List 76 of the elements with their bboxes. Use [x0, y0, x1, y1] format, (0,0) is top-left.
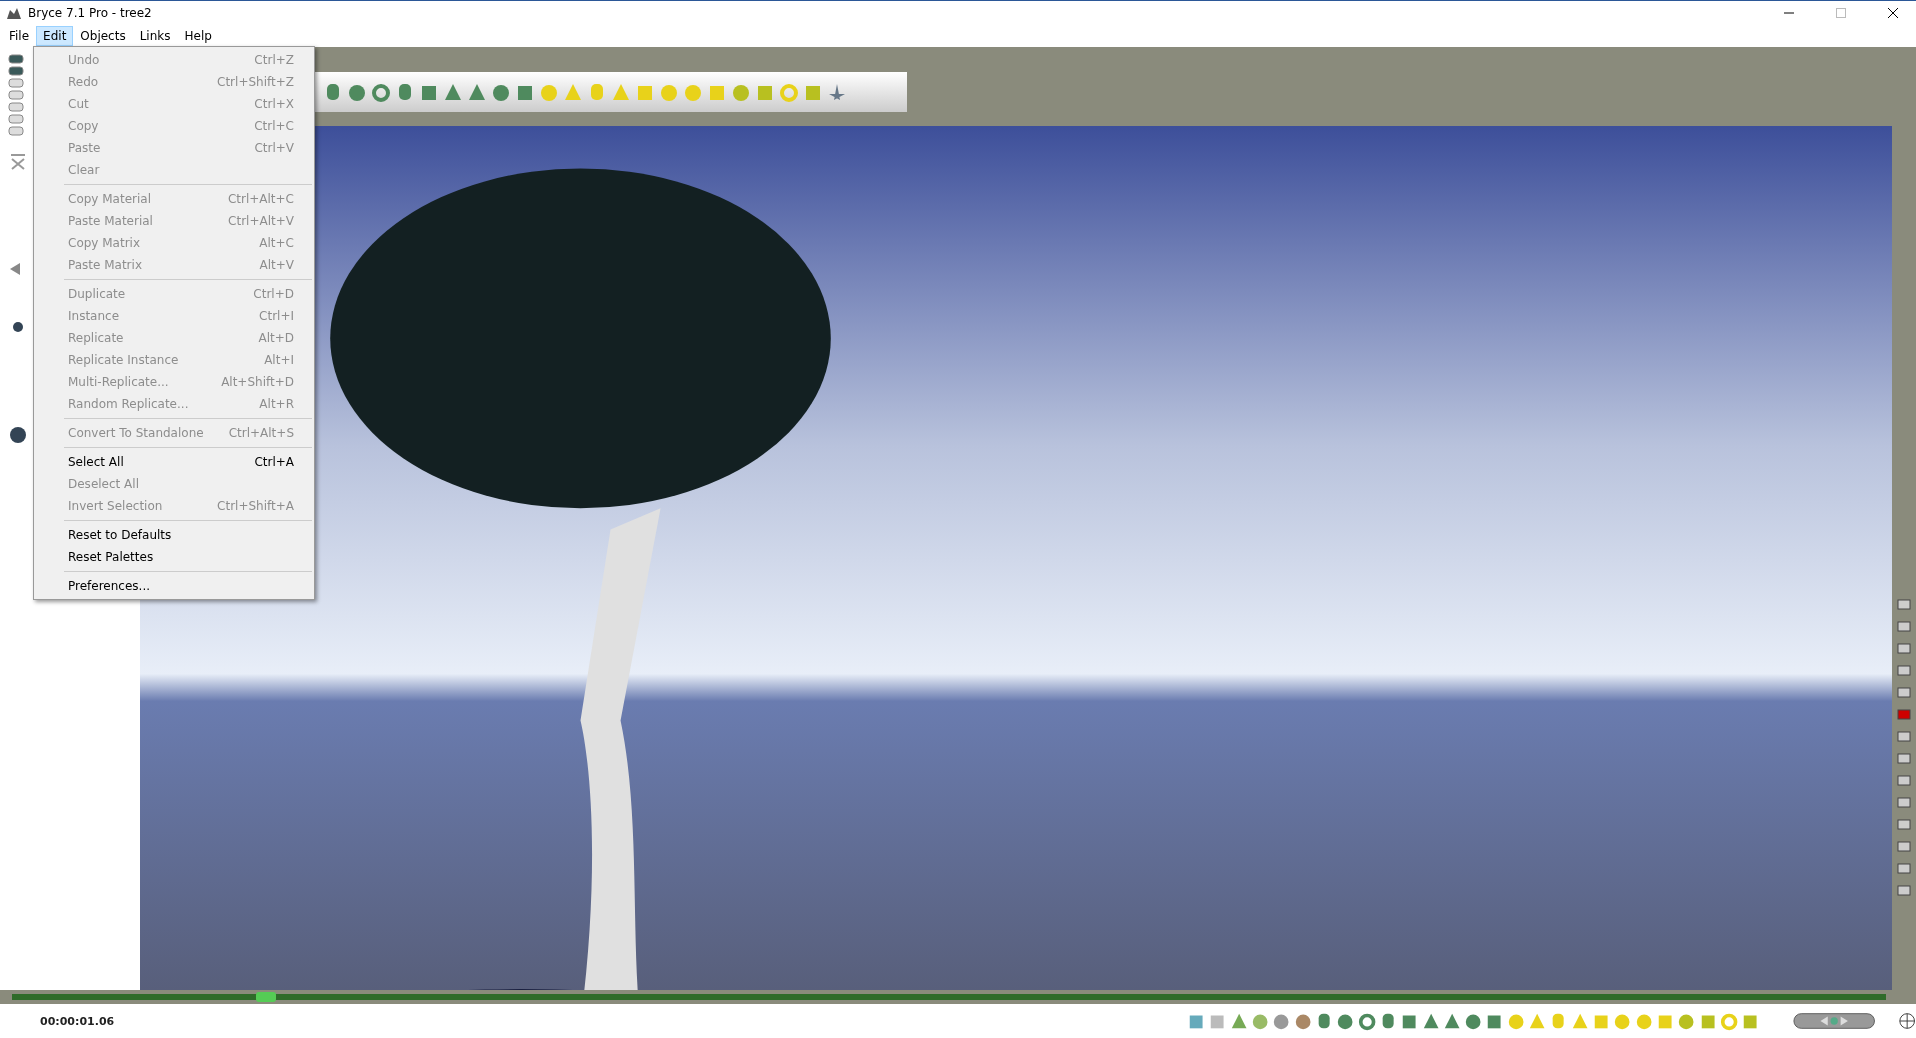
menu-entry-label: Random Replicate... — [68, 397, 189, 411]
shortcut-label: Alt+D — [258, 331, 294, 345]
menu-entry-label: Multi-Replicate... — [68, 375, 169, 389]
shortcut-label: Ctrl+Alt+V — [228, 214, 294, 228]
panel-icon[interactable] — [1896, 684, 1912, 700]
shortcut-label: Ctrl+Alt+C — [227, 192, 294, 206]
menu-item[interactable]: Objects — [73, 26, 133, 46]
menu-entry-label: Clear — [68, 163, 100, 177]
timeline-thumb[interactable] — [255, 992, 276, 1002]
menu-entry-label: Cut — [68, 97, 89, 111]
shortcut-label: Alt+V — [259, 258, 294, 272]
shortcut-label: Ctrl+I — [259, 309, 294, 323]
close-icon — [1888, 8, 1898, 18]
window-title: Bryce 7.1 Pro - tree2 — [28, 6, 153, 20]
menu-entry-label: Paste Matrix — [68, 258, 142, 272]
menu-entry-label: Redo — [68, 75, 99, 89]
menu-entry[interactable]: Reset Palettes — [34, 546, 314, 568]
playback-controls-icon[interactable] — [1792, 1011, 1875, 1031]
menu-entry-label: Replicate — [68, 331, 124, 345]
menu-entry-label: Instance — [68, 309, 120, 323]
shortcut-label: Ctrl+X — [254, 97, 294, 111]
panel-icon[interactable] — [1896, 750, 1912, 766]
panel-icon[interactable] — [1896, 772, 1912, 788]
menu-entry-label: Replicate Instance — [68, 353, 179, 367]
sphere-icon[interactable] — [8, 425, 28, 445]
shortcut-label: Alt+R — [259, 397, 294, 411]
maximize-icon — [1836, 8, 1846, 18]
primitive-shape-icon[interactable] — [467, 82, 487, 102]
menu-item[interactable]: Help — [177, 26, 219, 46]
menu-entry-label: Invert Selection — [68, 499, 163, 513]
primitive-shape-icon[interactable] — [371, 82, 391, 102]
primitive-shape-icon[interactable] — [347, 82, 367, 102]
globe-icon[interactable] — [1897, 1011, 1916, 1031]
primitive-shape-icon[interactable] — [1442, 1011, 1462, 1031]
shortcut-label: Ctrl+D — [253, 287, 294, 301]
menu-item[interactable]: Links — [132, 26, 178, 46]
menu-entry[interactable]: Select All Ctrl+A — [34, 451, 314, 473]
menu-entry-label: Paste Material — [68, 214, 153, 228]
menu-entry-label: Reset Palettes — [68, 550, 154, 564]
panel-icon[interactable] — [1896, 662, 1912, 678]
director-chair-icon[interactable] — [8, 151, 28, 171]
menu-item[interactable]: File — [2, 26, 37, 46]
menu-entry-label: Duplicate — [68, 287, 126, 301]
record-icon[interactable] — [1896, 706, 1912, 722]
menu-entry-label: Reset to Defaults — [68, 528, 172, 542]
primitive-shape-icon[interactable] — [1229, 1011, 1248, 1031]
shortcut-label: Ctrl+A — [254, 455, 294, 469]
shortcut-label: Ctrl+Shift+Z — [217, 75, 294, 89]
shortcut-label: Ctrl+C — [254, 119, 294, 133]
shortcut-label: Ctrl+V — [254, 141, 294, 155]
menu-entry-label: Deselect All — [68, 477, 139, 491]
menu-entry-label: Undo — [68, 53, 100, 67]
menu-entry-label: Paste — [68, 141, 101, 155]
time-readout: 00:00:01.06 — [40, 1014, 116, 1028]
timeline-track[interactable] — [12, 994, 1886, 1000]
menu-entry[interactable]: Reset to Defaults — [34, 524, 314, 546]
menu-entry-label: Copy — [68, 119, 99, 133]
menu-entry-label: Copy Material — [68, 192, 151, 206]
menu-entry-label: Convert To Standalone — [68, 426, 204, 440]
menu-item[interactable]: Edit — [36, 26, 74, 46]
primitive-shape-icon[interactable] — [731, 82, 751, 102]
menu-entry-label: Copy Matrix — [68, 236, 141, 250]
menu-entry-label: Preferences... — [68, 579, 151, 593]
shortcut-label: Ctrl+Shift+A — [217, 499, 294, 513]
shortcut-label: Alt+I — [264, 353, 294, 367]
primitive-shape-icon[interactable] — [443, 82, 463, 102]
shortcut-label: Ctrl+Alt+S — [228, 426, 294, 440]
shortcut-label: Ctrl+Z — [254, 53, 294, 67]
shortcut-label: Alt+C — [259, 236, 294, 250]
menu-entry[interactable]: Preferences... — [34, 575, 314, 597]
menu-entry-label: Select All — [68, 455, 124, 469]
primitive-shape-icon[interactable] — [1421, 1011, 1440, 1031]
primitive-shape-icon[interactable] — [1357, 1011, 1376, 1031]
panel-icon[interactable] — [1896, 640, 1912, 656]
primitive-shape-icon[interactable] — [491, 82, 511, 102]
shortcut-label: Alt+Shift+D — [221, 375, 294, 389]
